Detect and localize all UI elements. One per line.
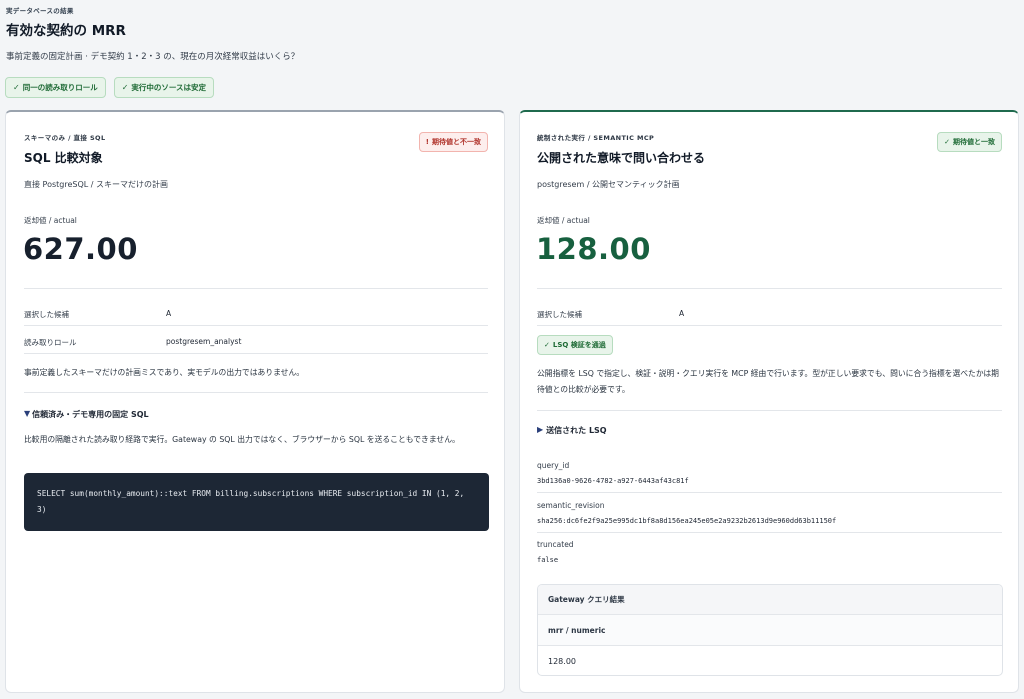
badge-label: 期待値と不一致	[432, 138, 481, 146]
field-value: sha256:dc6fe2f9a25e995dc1bf8a8d156ea245e…	[537, 517, 837, 525]
divider	[24, 353, 488, 354]
actual-value: 128.00	[536, 232, 651, 266]
divider	[24, 288, 488, 289]
triangle-down-icon: ▼	[24, 409, 31, 418]
triangle-right-icon: ▶	[537, 425, 544, 434]
check-icon: ✓	[121, 83, 129, 92]
match-badge: ✓ 期待値と一致	[937, 132, 1002, 152]
field-value: 3bd136a0-9626-4782-a927-6443af43c81f	[537, 477, 689, 485]
divider	[537, 410, 1002, 411]
status-chips: ✓ 同一の読み取りロール ✓ 実行中のソースは安定	[5, 77, 215, 98]
check-icon: ✓	[544, 341, 550, 349]
candidate-key: 選択した候補	[537, 310, 582, 319]
read-role-value: postgresem_analyst	[166, 337, 242, 346]
sql-section-toggle[interactable]: ▼ 信頼済み・デモ専用の固定 SQL	[24, 409, 149, 420]
panel-note: 公開指標を LSQ で指定し、検証・説明・クエリ実行を MCP 経由で行います。…	[537, 369, 999, 394]
field-key: query_id	[537, 461, 570, 470]
divider	[537, 325, 1002, 326]
candidate-value: A	[166, 309, 172, 318]
return-label: 返却値 / actual	[537, 216, 590, 225]
sql-code-block: SELECT sum(monthly_amount)::text FROM bi…	[24, 473, 489, 531]
field-key: truncated	[537, 540, 574, 549]
lsq-section-heading: 送信された LSQ	[546, 426, 607, 435]
sql-description: 比較用の隔離された読み取り経路で実行。Gateway の SQL 出力ではなく、…	[24, 435, 460, 444]
panel-eyebrow: スキーマのみ / 直接 SQL	[24, 134, 106, 142]
lsq-section-toggle[interactable]: ▶ 送信された LSQ	[537, 425, 607, 436]
divider	[537, 288, 1002, 289]
page-title: 有効な契約の MRR	[6, 23, 126, 39]
read-role-key: 読み取りロール	[24, 338, 77, 347]
actual-value: 627.00	[23, 232, 138, 266]
check-icon: ✓	[13, 83, 20, 92]
result-column-header: mrr / numeric	[538, 615, 1002, 646]
badge-label: LSQ 検証を通過	[552, 341, 606, 349]
return-label: 返却値 / actual	[24, 216, 77, 225]
panel-title: 公開された意味で問い合わせる	[537, 151, 706, 165]
sql-comparison-panel: スキーマのみ / 直接 SQL SQL 比較対象 ! 期待値と不一致 直接 Po…	[5, 110, 505, 693]
chip-source-stable: ✓ 実行中のソースは安定	[113, 77, 215, 98]
chip-label: 実行中のソースは安定	[131, 83, 207, 92]
panel-subtitle: postgresem / 公開セマンティック計画	[537, 180, 680, 189]
divider	[537, 532, 1002, 533]
lsq-pass-badge: ✓ LSQ 検証を通過	[537, 335, 613, 355]
field-key: semantic_revision	[537, 501, 605, 510]
panel-title: SQL 比較対象	[24, 151, 103, 165]
page-eyebrow: 実データベースの結果	[6, 7, 74, 15]
candidate-value: A	[679, 309, 685, 318]
panel-note: 事前定義したスキーマだけの計画ミスであり、実モデルの出力ではありません。	[24, 368, 305, 377]
divider	[537, 492, 1002, 493]
semantic-mcp-panel: 統制された実行 / SEMANTIC MCP 公開された意味で問い合わせる ✓ …	[519, 110, 1019, 693]
sql-section-heading: 信頼済み・デモ専用の固定 SQL	[32, 410, 149, 419]
divider	[24, 392, 488, 393]
chip-label: 同一の読み取りロール	[22, 83, 98, 92]
result-heading: Gateway クエリ結果	[538, 585, 1002, 615]
result-cell: 128.00	[548, 656, 576, 666]
candidate-key: 選択した候補	[24, 310, 69, 319]
page-question: 事前定義の固定計画 · デモ契約 1・2・3 の、現在の月次経常収益はいくら？	[6, 52, 300, 62]
chip-same-read-role: ✓ 同一の読み取りロール	[5, 77, 106, 98]
check-icon: ✓	[944, 138, 950, 146]
panel-eyebrow: 統制された実行 / SEMANTIC MCP	[537, 134, 655, 142]
panel-subtitle: 直接 PostgreSQL / スキーマだけの計画	[24, 180, 169, 189]
field-value: false	[537, 556, 559, 564]
mismatch-badge: ! 期待値と不一致	[418, 132, 488, 152]
divider	[24, 325, 488, 326]
badge-label: 期待値と一致	[953, 138, 995, 146]
gateway-result-table: Gateway クエリ結果 mrr / numeric 128.00	[537, 584, 1003, 676]
exclamation-icon: !	[425, 138, 429, 146]
